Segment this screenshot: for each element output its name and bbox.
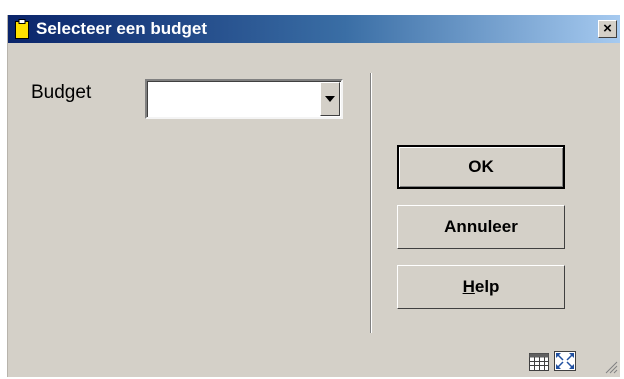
table-icon[interactable] bbox=[529, 353, 549, 371]
window-title: Selecteer een budget bbox=[36, 19, 208, 38]
help-button-label: Help bbox=[463, 277, 500, 297]
close-button[interactable]: × bbox=[598, 20, 617, 38]
ok-button-label: OK bbox=[468, 157, 494, 176]
budget-dropdown[interactable] bbox=[145, 79, 343, 119]
cancel-button[interactable]: Annuleer bbox=[397, 205, 565, 249]
expand-icon[interactable] bbox=[554, 351, 576, 371]
vertical-separator bbox=[370, 73, 372, 333]
resize-grip-icon[interactable] bbox=[605, 361, 618, 374]
title-bar[interactable]: Selecteer een budget × bbox=[8, 15, 620, 43]
help-mnemonic: H bbox=[462, 277, 475, 296]
dropdown-button[interactable] bbox=[320, 82, 340, 116]
dialog-window: Selecteer een budget × Budget OK Annulee… bbox=[7, 15, 620, 377]
budget-dropdown-field[interactable] bbox=[147, 81, 341, 117]
clipboard-icon bbox=[15, 19, 29, 39]
help-button[interactable]: Help bbox=[397, 265, 565, 309]
ok-button[interactable]: OK bbox=[397, 145, 565, 189]
close-icon: × bbox=[603, 20, 612, 37]
help-label-rest: elp bbox=[474, 277, 500, 296]
chevron-down-icon bbox=[325, 96, 335, 102]
cancel-button-label: Annuleer bbox=[444, 217, 518, 236]
budget-label: Budget bbox=[31, 82, 92, 103]
